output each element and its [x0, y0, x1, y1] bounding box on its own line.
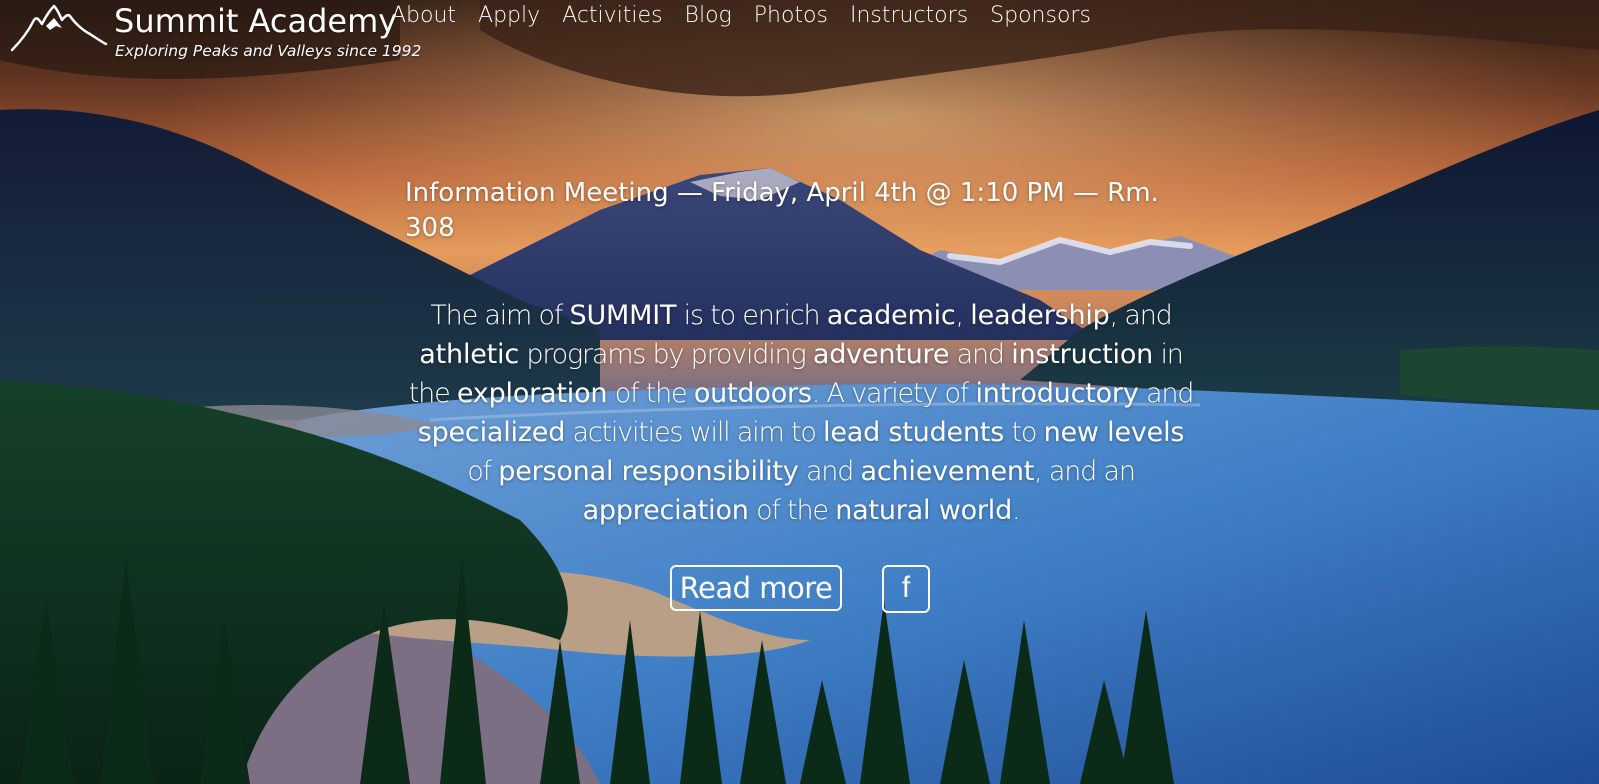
- site-title[interactable]: Summit Academy: [114, 2, 397, 40]
- mission-keyword: introductory: [975, 378, 1139, 409]
- mission-text: .: [1012, 495, 1021, 526]
- mountain-peaks-logo-icon[interactable]: [10, 4, 108, 54]
- site-tagline: Exploring Peaks and Valleys since 1992: [115, 42, 422, 60]
- mission-keyword: specialized: [417, 417, 566, 448]
- mission-keyword: academic: [826, 300, 956, 331]
- meeting-announcement: Information Meeting — Friday, April 4th …: [405, 178, 1159, 243]
- nav-item-apply[interactable]: Apply: [478, 0, 540, 32]
- mission-keyword: personal responsibility: [498, 456, 799, 487]
- nav-item-activities[interactable]: Activities: [562, 0, 662, 32]
- mission-text: activities will aim to: [565, 417, 824, 448]
- mission-keyword: lead students: [823, 417, 1005, 448]
- nav-item-blog[interactable]: Blog: [685, 0, 732, 32]
- mission-text: and: [798, 456, 861, 487]
- read-more-button[interactable]: Read more: [670, 565, 842, 611]
- mission-keyword: new levels: [1043, 417, 1185, 448]
- mission-statement: The aim of SUMMIT is to enrich academic,…: [404, 296, 1198, 530]
- mission-keyword: appreciation: [582, 495, 749, 526]
- mission-text: ,: [955, 300, 971, 331]
- nav-item-instructors[interactable]: Instructors: [850, 0, 968, 32]
- nav-item-sponsors[interactable]: Sponsors: [990, 0, 1091, 32]
- mission-text: and: [949, 339, 1012, 370]
- mission-keyword: achievement: [860, 456, 1035, 487]
- mission-text: of: [467, 456, 499, 487]
- mission-keyword: instruction: [1011, 339, 1154, 370]
- mission-text: of the: [607, 378, 694, 409]
- nav-item-photos[interactable]: Photos: [754, 0, 828, 32]
- mission-text: , and: [1109, 300, 1173, 331]
- mission-keyword: leadership: [970, 300, 1110, 331]
- mission-text: to: [1004, 417, 1044, 448]
- mission-keyword: adventure: [812, 339, 950, 370]
- mission-text: , and an: [1034, 456, 1136, 487]
- mission-keyword: athletic: [419, 339, 519, 370]
- mission-text: The aim of: [430, 300, 570, 331]
- facebook-button[interactable]: f: [882, 565, 930, 613]
- mission-text: . A variety of: [811, 378, 976, 409]
- main-nav: About Apply Activities Blog Photos Instr…: [391, 0, 1113, 32]
- mission-text: programs by providing: [519, 339, 813, 370]
- mission-keyword: SUMMIT: [569, 300, 677, 331]
- mission-keyword: natural world: [835, 495, 1013, 526]
- facebook-icon: f: [901, 571, 911, 604]
- mission-text: and: [1138, 378, 1194, 409]
- mission-text: of the: [748, 495, 836, 526]
- mission-text: is to enrich: [676, 300, 827, 331]
- nav-item-about[interactable]: About: [391, 0, 456, 32]
- mission-keyword: exploration: [456, 378, 608, 409]
- mission-keyword: outdoors: [693, 378, 812, 409]
